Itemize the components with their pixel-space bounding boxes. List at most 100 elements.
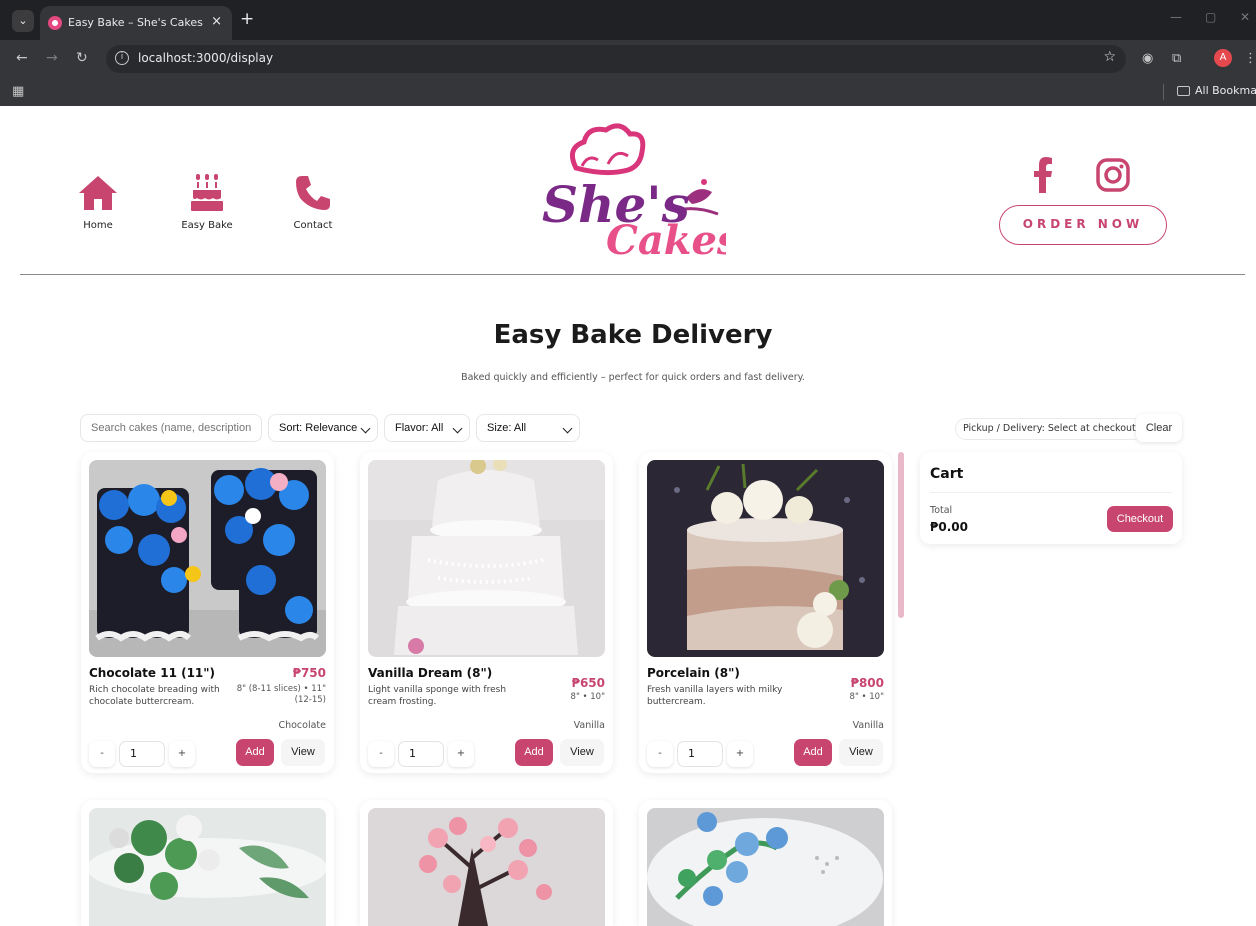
nav-contact-label: Contact — [293, 220, 333, 231]
nav-easy-bake[interactable]: Easy Bake — [167, 174, 247, 231]
cart-divider — [930, 492, 1172, 493]
add-to-cart-button[interactable]: Add — [794, 739, 832, 766]
qty-decrement-button[interactable]: - — [89, 741, 115, 767]
flavor-select[interactable]: Flavor: All — [384, 414, 470, 442]
reload-icon[interactable]: ↻ — [76, 50, 88, 66]
product-image[interactable] — [89, 808, 326, 926]
cart-title: Cart — [930, 466, 964, 482]
clear-button[interactable]: Clear — [1136, 414, 1182, 442]
browser-toolbar: ← → ↻ i localhost:3000/display ☆ ◉ ⧉ ⋮ — [0, 40, 1256, 78]
add-to-cart-button[interactable]: Add — [515, 739, 553, 766]
product-name: Vanilla Dream (8") — [368, 666, 493, 680]
back-icon[interactable]: ← — [16, 50, 28, 66]
folder-icon — [1177, 86, 1190, 96]
chef-hat-logo-icon: She's Cakes — [542, 123, 739, 264]
view-button[interactable]: View — [281, 739, 325, 766]
product-flavor: Vanilla — [852, 720, 884, 731]
house-icon — [79, 176, 117, 210]
nav-contact[interactable]: Contact — [273, 174, 353, 231]
tab-strip: ⌄ Easy Bake – She's Cakes × + — ▢ ✕ — [0, 0, 1256, 40]
bookmarks-bar: ▦ All Bookmarks — [0, 78, 1256, 106]
product-description: Fresh vanilla layers with milky buttercr… — [647, 685, 783, 707]
address-bar[interactable]: i localhost:3000/display ☆ — [106, 45, 1126, 73]
all-bookmarks-link[interactable]: All Bookmarks — [1195, 84, 1256, 97]
order-now-button[interactable]: ORDER NOW — [999, 205, 1167, 245]
size-select[interactable]: Size: All — [476, 414, 580, 442]
product-name: Chocolate 11 (11") — [89, 666, 216, 680]
product-image[interactable] — [647, 460, 884, 657]
product-description: Light vanilla sponge with fresh cream fr… — [368, 685, 507, 707]
product-image[interactable] — [647, 808, 884, 926]
product-price: ₱650 — [571, 676, 605, 690]
minimize-icon[interactable]: — — [1170, 10, 1182, 24]
tab-close-icon[interactable]: × — [211, 14, 222, 29]
cart-total-value: ₱0.00 — [930, 520, 968, 534]
tab-search-icon[interactable]: ⌄ — [12, 10, 34, 32]
size-select-label: Size: All — [487, 422, 527, 434]
qty-increment-button[interactable]: + — [727, 741, 753, 767]
product-price: ₱800 — [850, 676, 884, 690]
new-tab-icon[interactable]: + — [240, 9, 254, 29]
chevron-down-icon — [562, 423, 573, 434]
tab-title: Easy Bake – She's Cakes — [68, 16, 203, 29]
product-card — [639, 800, 892, 926]
product-flavor: Chocolate — [278, 720, 326, 731]
menu-icon[interactable]: ⋮ — [1244, 51, 1256, 66]
product-sizes: 8" • 10" — [570, 692, 605, 702]
site-info-icon[interactable]: i — [115, 51, 129, 65]
instagram-icon[interactable] — [1096, 158, 1130, 192]
qty-increment-button[interactable]: + — [169, 741, 195, 767]
browser-chrome: ⌄ Easy Bake – She's Cakes × + — ▢ ✕ ← → … — [0, 0, 1256, 106]
qty-decrement-button[interactable]: - — [647, 741, 673, 767]
view-button[interactable]: View — [560, 739, 604, 766]
profile-avatar[interactable]: A — [1214, 49, 1232, 67]
pickup-delivery-badge: Pickup / Delivery: Select at checkout — [955, 418, 1144, 440]
product-card — [81, 800, 334, 926]
apps-grid-icon[interactable]: ▦ — [12, 84, 24, 99]
extensions-icon[interactable]: ⧉ — [1172, 51, 1181, 66]
product-card — [360, 800, 613, 926]
product-flavor: Vanilla — [573, 720, 605, 731]
checkout-button[interactable]: Checkout — [1107, 506, 1173, 532]
sort-select[interactable]: Sort: Relevance — [268, 414, 378, 442]
product-image[interactable] — [368, 808, 605, 926]
phone-icon — [296, 176, 330, 210]
nav-easy-bake-label: Easy Bake — [181, 220, 233, 231]
forward-icon[interactable]: → — [46, 50, 58, 66]
camera-icon[interactable]: ◉ — [1142, 51, 1153, 66]
bookmark-star-icon[interactable]: ☆ — [1103, 49, 1116, 65]
header-divider — [20, 274, 1245, 275]
flavor-select-label: Flavor: All — [395, 422, 444, 434]
page-subtitle: Baked quickly and efficiently – perfect … — [461, 372, 805, 383]
product-card: Vanilla Dream (8") ₱650 Light vanilla sp… — [360, 452, 613, 773]
product-sizes: 8" (8-11 slices) • 11" (12-15) — [236, 684, 326, 705]
grid-scrollbar[interactable] — [898, 452, 904, 618]
product-image[interactable] — [368, 460, 605, 657]
qty-input[interactable]: 1 — [677, 741, 723, 767]
window-close-icon[interactable]: ✕ — [1240, 10, 1250, 24]
product-image[interactable] — [89, 460, 326, 657]
address-url[interactable]: localhost:3000/display — [138, 51, 273, 65]
cake-icon — [191, 174, 223, 211]
qty-decrement-button[interactable]: - — [368, 741, 394, 767]
nav-home[interactable]: Home — [58, 174, 138, 231]
chevron-down-icon — [360, 423, 371, 434]
nav-home-label: Home — [83, 220, 113, 231]
product-name: Porcelain (8") — [647, 666, 740, 680]
browser-tab[interactable]: Easy Bake – She's Cakes × — [40, 6, 232, 40]
facebook-icon[interactable] — [1032, 157, 1054, 193]
qty-input[interactable]: 1 — [398, 741, 444, 767]
shes-cakes-logo[interactable]: She's Cakes — [536, 118, 739, 264]
qty-input[interactable]: 1 — [119, 741, 165, 767]
product-sizes: 8" • 10" — [849, 692, 884, 702]
view-button[interactable]: View — [839, 739, 883, 766]
qty-increment-button[interactable]: + — [448, 741, 474, 767]
maximize-icon[interactable]: ▢ — [1205, 10, 1216, 24]
sort-select-label: Sort: Relevance — [279, 422, 358, 434]
product-card: Chocolate 11 (11") ₱750 Rich chocolate b… — [81, 452, 334, 773]
cart-total-label: Total — [930, 505, 953, 516]
logo-text-bottom: Cakes — [606, 217, 726, 260]
bookmarks-divider — [1163, 84, 1164, 100]
search-input[interactable] — [80, 414, 262, 442]
add-to-cart-button[interactable]: Add — [236, 739, 274, 766]
